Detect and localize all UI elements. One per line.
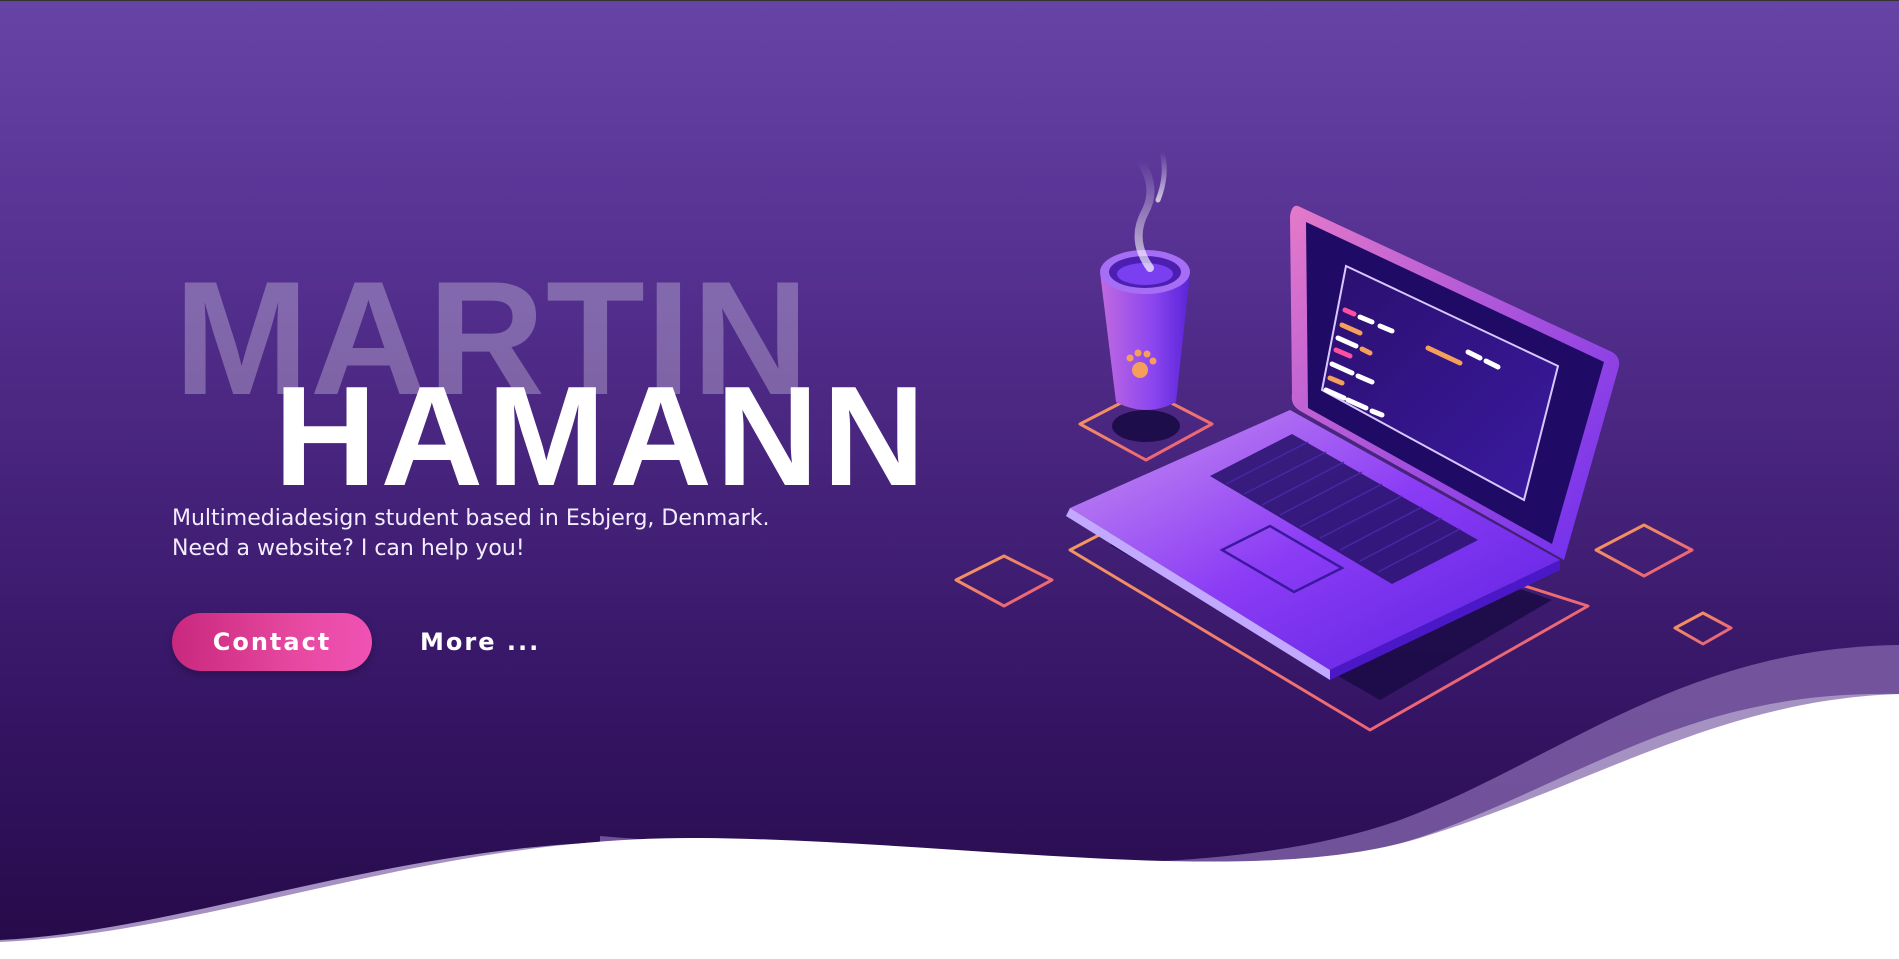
hero-section: MARTIN HAMANN Multimediadesign student b… — [0, 0, 1899, 959]
bottom-wave — [0, 645, 1899, 959]
